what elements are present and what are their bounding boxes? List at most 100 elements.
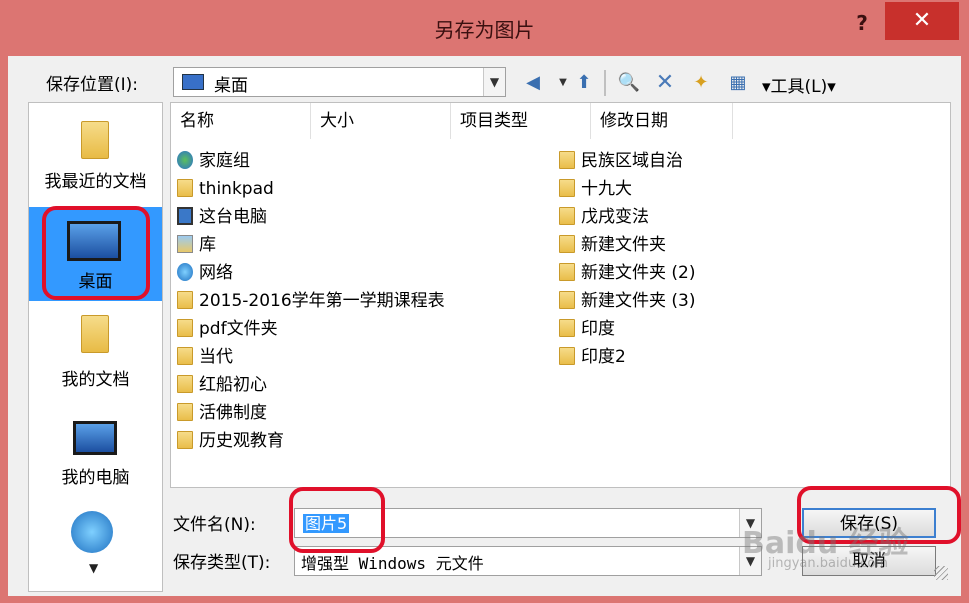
file-name: 戊戌变法: [581, 207, 649, 227]
file-name: 印度2: [581, 347, 626, 367]
monitor-icon: [182, 74, 204, 90]
file-name: 2015-2016学年第一学期课程表: [199, 291, 445, 311]
file-name: 新建文件夹 (3): [581, 291, 696, 311]
file-list-item[interactable]: 库: [177, 231, 216, 259]
dialog-title: 另存为图片: [434, 18, 535, 42]
place-recent-documents[interactable]: 我最近的文档: [29, 103, 162, 207]
file-name: thinkpad: [199, 179, 274, 199]
file-list-item[interactable]: 这台电脑: [177, 203, 267, 231]
toolbar-separator: [604, 70, 606, 96]
file-name: 民族区域自治: [581, 151, 683, 171]
save-as-dialog: 另存为图片 ? ✕ 保存位置(I): 桌面 ▼ ◀ ▼ ⬆ 🔍 ✕ ✦ ▦ ▾工…: [0, 0, 969, 603]
title-bar[interactable]: 另存为图片 ? ✕: [0, 0, 969, 56]
save-location-label: 保存位置(I):: [46, 75, 139, 95]
new-folder-icon[interactable]: ✦: [688, 70, 714, 96]
file-name: pdf文件夹: [199, 319, 278, 339]
file-name: 家庭组: [199, 151, 250, 171]
file-name: 当代: [199, 347, 233, 367]
highlight-filename: [289, 487, 385, 553]
watermark-url: jingyan.baidu.com: [768, 556, 888, 571]
file-name: 库: [199, 235, 216, 255]
folder-icon: [177, 291, 193, 309]
file-list-item[interactable]: 新建文件夹: [559, 231, 666, 259]
folder-icon: [559, 207, 575, 225]
resize-grip[interactable]: [934, 566, 948, 580]
file-list-item[interactable]: pdf文件夹: [177, 315, 278, 343]
place-my-computer[interactable]: 我的电脑: [29, 401, 162, 499]
help-button[interactable]: ?: [842, 6, 882, 40]
network-globe-icon: [71, 511, 113, 553]
delete-icon[interactable]: ✕: [652, 70, 678, 96]
highlight-desktop: [42, 206, 150, 300]
column-header-size[interactable]: 大小: [311, 103, 451, 139]
place-network[interactable]: ▼: [29, 499, 162, 591]
file-list-item[interactable]: 新建文件夹 (3): [559, 287, 695, 315]
folder-icon: [81, 121, 109, 159]
search-icon[interactable]: 🔍: [616, 70, 642, 96]
file-list-item[interactable]: 网络: [177, 259, 233, 287]
column-header-name[interactable]: 名称: [171, 103, 311, 139]
views-icon[interactable]: ▦: [724, 70, 752, 96]
file-list-item[interactable]: 历史观教育: [177, 427, 284, 455]
save-location-value: 桌面: [214, 76, 248, 96]
file-name: 历史观教育: [199, 431, 284, 451]
places-bar: 我最近的文档 桌面 我的文档 我的电脑 ▼: [28, 102, 163, 592]
folder-icon: [559, 291, 575, 309]
back-icon[interactable]: ◀: [520, 70, 546, 96]
folder-icon: [559, 151, 575, 169]
network-icon: [177, 263, 193, 281]
folder-icon: [559, 319, 575, 337]
computer-icon: [177, 207, 193, 225]
file-name: 十九大: [581, 179, 632, 199]
column-header-type[interactable]: 项目类型: [451, 103, 591, 139]
file-list-item[interactable]: 民族区域自治: [559, 147, 683, 175]
file-name: 印度: [581, 319, 615, 339]
file-name: 这台电脑: [199, 207, 267, 227]
file-list-item[interactable]: 当代: [177, 343, 233, 371]
file-name: 活佛制度: [199, 403, 267, 423]
file-name: 网络: [199, 263, 233, 283]
homegroup-icon: [177, 151, 193, 169]
file-list-item[interactable]: thinkpad: [177, 175, 274, 203]
file-list-item[interactable]: 印度2: [559, 343, 626, 371]
filename-label: 文件名(N):: [173, 515, 256, 535]
folder-icon: [177, 179, 193, 197]
folder-icon: [559, 235, 575, 253]
place-label: 我最近的文档: [44, 172, 147, 192]
folder-icon: [177, 375, 193, 393]
file-list-item[interactable]: 十九大: [559, 175, 632, 203]
folder-icon: [177, 347, 193, 365]
filetype-value: 增强型 Windows 元文件: [301, 554, 484, 573]
folder-icon: [559, 179, 575, 197]
chevron-down-icon[interactable]: ▼: [483, 68, 505, 96]
place-my-documents[interactable]: 我的文档: [29, 301, 162, 401]
file-list-item[interactable]: 新建文件夹 (2): [559, 259, 695, 287]
file-list-item[interactable]: 家庭组: [177, 147, 250, 175]
file-name: 红船初心: [199, 375, 267, 395]
place-label: 我的电脑: [61, 468, 130, 488]
folder-icon: [559, 263, 575, 281]
folder-icon: [177, 403, 193, 421]
file-list-item[interactable]: 活佛制度: [177, 399, 267, 427]
filetype-label: 保存类型(T):: [173, 553, 271, 573]
column-header-modified[interactable]: 修改日期: [591, 103, 733, 139]
save-location-dropdown[interactable]: 桌面 ▼: [173, 67, 506, 97]
file-list-item[interactable]: 2015-2016学年第一学期课程表: [177, 287, 445, 315]
close-button[interactable]: ✕: [885, 2, 959, 40]
file-list-item[interactable]: 印度: [559, 315, 615, 343]
folder-icon: [177, 431, 193, 449]
back-dropdown-icon[interactable]: ▼: [558, 70, 568, 96]
folder-icon: [559, 347, 575, 365]
computer-icon: [73, 421, 117, 455]
file-name: 新建文件夹 (2): [581, 263, 696, 283]
up-folder-icon[interactable]: ⬆: [570, 70, 598, 96]
folder-icon: [81, 315, 109, 353]
file-list-item[interactable]: 戊戌变法: [559, 203, 649, 231]
library-icon: [177, 235, 193, 253]
file-name: 新建文件夹: [581, 235, 666, 255]
file-list-item[interactable]: 红船初心: [177, 371, 267, 399]
scroll-down-icon[interactable]: ▼: [89, 561, 98, 575]
tools-menu[interactable]: ▾工具(L)▾: [762, 72, 836, 97]
folder-icon: [177, 319, 193, 337]
place-label: 我的文档: [61, 370, 130, 390]
